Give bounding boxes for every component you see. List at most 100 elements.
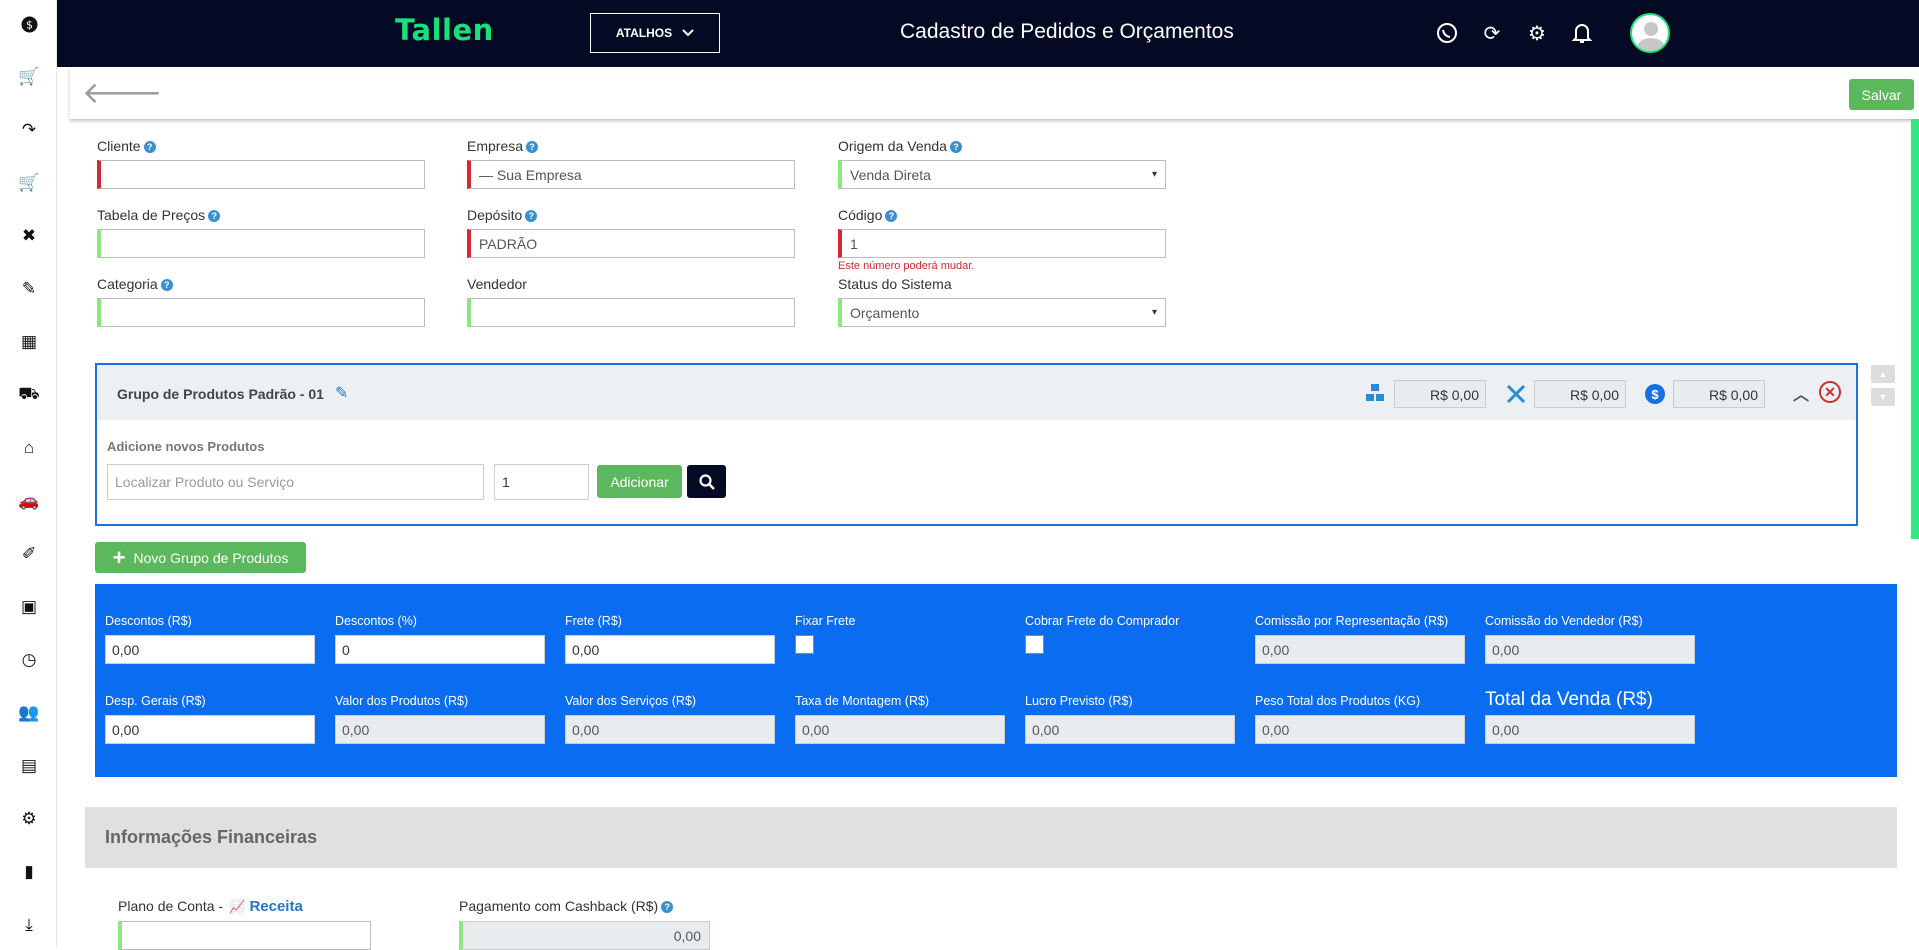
financial-section-header[interactable]: Informações Financeiras (85, 807, 1897, 868)
save-button[interactable]: Salvar (1849, 79, 1914, 110)
group-order-controls: ▲ ▼ (1871, 365, 1895, 411)
origem-field: Origem da Venda? Venda Direta ▾ (838, 138, 1166, 189)
svg-text:$: $ (26, 18, 33, 31)
help-icon[interactable]: ? (526, 141, 539, 154)
whatsapp-icon[interactable] (1432, 18, 1462, 48)
id-card-icon[interactable]: ▣ (18, 596, 40, 618)
help-icon[interactable]: ? (525, 210, 538, 223)
plano-conta-input[interactable] (118, 921, 371, 950)
action-bar: 🡐 Salvar (70, 67, 1919, 119)
help-icon[interactable]: ? (143, 141, 156, 154)
cobrar-frete-checkbox[interactable] (1025, 635, 1044, 654)
origem-select[interactable]: Venda Direta ▾ (838, 160, 1166, 189)
desp-gerais-label: Desp. Gerais (R$) (105, 694, 206, 708)
vendedor-field: Vendedor (467, 276, 795, 327)
cart-icon[interactable]: 🛒 (18, 172, 40, 194)
pencil-icon[interactable]: ✎ (335, 383, 348, 403)
move-down-icon[interactable]: ▼ (1871, 388, 1895, 406)
frete-input[interactable]: 0,00 (565, 635, 775, 664)
gear-icon[interactable]: ⚙ (1522, 18, 1552, 48)
product-search-input[interactable]: Localizar Produto ou Serviço (107, 464, 484, 500)
descontos-pct-input[interactable]: 0 (335, 635, 545, 664)
help-icon[interactable]: ? (949, 141, 962, 154)
vendedor-label: Vendedor (467, 276, 527, 292)
chart-icon[interactable]: ▮ (18, 861, 40, 883)
plano-conta-label: Plano de Conta - 📈 Receita (118, 898, 303, 915)
gear-icon[interactable]: ⚙ (18, 808, 40, 830)
plano-label-text: Plano de Conta - (118, 898, 224, 914)
truck-icon[interactable]: ⛟ (18, 384, 40, 406)
lucro-previsto-field: Lucro Previsto (R$) 0,00 (1025, 694, 1235, 744)
back-arrow-icon[interactable]: 🡐 (82, 75, 162, 111)
new-group-button[interactable]: + Novo Grupo de Produtos (95, 542, 306, 573)
edit-icon[interactable]: ✎ (18, 278, 40, 300)
help-icon[interactable]: ? (160, 279, 173, 292)
receita-link[interactable]: 📈 Receita (229, 898, 303, 915)
sync-icon[interactable]: ⟳ (1477, 18, 1507, 48)
share-icon[interactable]: ↷ (18, 119, 40, 141)
fixar-frete-field: Fixar Frete (795, 614, 855, 654)
descontos-rs-input[interactable]: 0,00 (105, 635, 315, 664)
avatar[interactable] (1630, 13, 1670, 53)
chevron-down-icon: ▾ (1151, 307, 1157, 318)
vendedor-input[interactable] (467, 298, 795, 327)
fixar-frete-checkbox[interactable] (795, 635, 814, 654)
desp-gerais-input[interactable]: 0,00 (105, 715, 315, 744)
help-icon[interactable]: ? (885, 210, 898, 223)
lucro-previsto-input: 0,00 (1025, 715, 1235, 744)
product-group: Grupo de Produtos Padrão - 01 ✎ R$ 0,00 … (95, 363, 1858, 526)
move-up-icon[interactable]: ▲ (1871, 365, 1895, 383)
total-venda-input: 0,00 (1485, 715, 1695, 744)
users-icon[interactable]: 👥 (18, 702, 40, 724)
status-value: Orçamento (850, 304, 920, 321)
warehouse-icon[interactable]: ⌂ (18, 437, 40, 459)
boxes-icon (1365, 383, 1385, 408)
chart-line-icon: 📈 (229, 899, 246, 914)
valor-servicos-input: 0,00 (565, 715, 775, 744)
comissao-rep-label: Comissão por Representação (R$) (1255, 614, 1449, 628)
status-field: Status do Sistema Orçamento ▾ (838, 276, 1166, 327)
report-icon[interactable]: ▤ (18, 755, 40, 777)
valor-servicos-field: Valor dos Serviços (R$) 0,00 (565, 694, 775, 744)
codigo-input[interactable]: 1 (838, 229, 1166, 258)
logo[interactable]: Tallen (395, 13, 494, 47)
cart-plus-icon[interactable]: 🛒 (18, 66, 40, 88)
cliente-input[interactable] (97, 160, 425, 189)
add-product-button[interactable]: Adicionar (597, 465, 682, 498)
download-icon[interactable]: ⤓ (18, 914, 40, 936)
chevron-up-icon[interactable]: ︿ (1793, 381, 1809, 405)
lucro-previsto-label: Lucro Previsto (R$) (1025, 694, 1133, 708)
shortcuts-dropdown[interactable]: ATALHOS (590, 13, 720, 53)
empresa-input[interactable]: — Sua Empresa (467, 160, 795, 189)
services-total: R$ 0,00 (1534, 380, 1626, 408)
cobrar-frete-field: Cobrar Frete do Comprador (1025, 614, 1179, 654)
product-group-title: Grupo de Produtos Padrão - 01 (117, 386, 324, 402)
tabela-input[interactable] (97, 229, 425, 258)
help-icon[interactable]: ? (208, 210, 221, 223)
dollar-icon[interactable]: $ (18, 13, 40, 35)
valor-produtos-field: Valor dos Produtos (R$) 0,00 (335, 694, 545, 744)
quantity-input[interactable]: 1 (494, 464, 589, 500)
products-total: R$ 0,00 (1394, 380, 1486, 408)
boxes-icon[interactable]: ▦ (18, 331, 40, 353)
tag-icon[interactable]: ✐ (18, 543, 40, 565)
search-button[interactable] (687, 465, 726, 498)
peso-total-field: Peso Total dos Produtos (KG) 0,00 (1255, 694, 1465, 744)
help-icon[interactable]: ? (661, 901, 674, 914)
origem-label: Origem da Venda (838, 138, 947, 154)
total-venda-label: Total da Venda (R$) (1485, 689, 1653, 710)
close-icon[interactable]: ✕ (1819, 381, 1841, 403)
new-group-label: Novo Grupo de Produtos (133, 549, 289, 566)
status-select[interactable]: Orçamento ▾ (838, 298, 1166, 327)
desp-gerais-field: Desp. Gerais (R$) 0,00 (105, 694, 315, 744)
clock-icon[interactable]: ◷ (18, 649, 40, 671)
fixar-frete-label: Fixar Frete (795, 614, 856, 628)
dollar-icon: $ (1645, 384, 1665, 404)
bell-icon[interactable] (1567, 18, 1597, 48)
car-icon[interactable]: 🚗 (18, 490, 40, 512)
categoria-input[interactable] (97, 298, 425, 327)
descontos-rs-label: Descontos (R$) (105, 614, 192, 628)
deposito-input[interactable]: PADRÃO (467, 229, 795, 258)
top-bar: Tallen ATALHOS Cadastro de Pedidos e Orç… (57, 0, 1919, 67)
tools-icon[interactable]: ✖ (18, 225, 40, 247)
